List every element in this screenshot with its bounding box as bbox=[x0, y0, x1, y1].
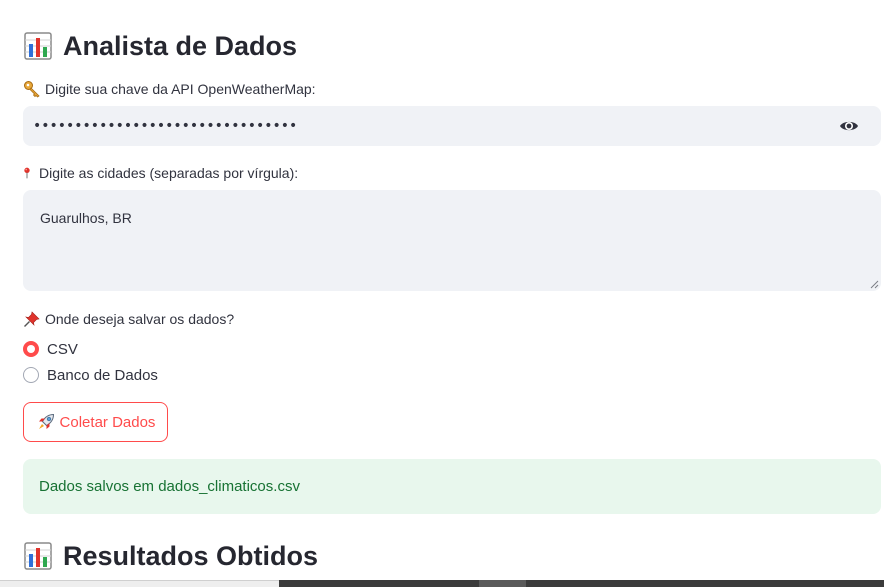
radio-unselected-icon[interactable] bbox=[23, 367, 39, 383]
collect-data-button-label: Coletar Dados bbox=[59, 413, 156, 431]
rocket-icon bbox=[38, 413, 54, 429]
radio-option-csv[interactable]: CSV bbox=[23, 339, 78, 359]
app-page: Analista de Dados Digite sua chave da AP… bbox=[0, 0, 884, 587]
page-title-text: Analista de Dados bbox=[63, 30, 298, 61]
save-option-label-text: Onde deseja salvar os dados? bbox=[45, 311, 235, 327]
bottom-scrollbar[interactable] bbox=[0, 580, 884, 587]
bar-chart-icon bbox=[24, 542, 52, 570]
pushpin-icon bbox=[24, 311, 40, 327]
resize-handle-icon[interactable] bbox=[870, 280, 879, 289]
save-option-label: Onde deseja salvar os dados? bbox=[23, 310, 234, 328]
success-alert-text: Dados salvos em dados_climaticos.csv bbox=[39, 478, 300, 495]
cities-textarea[interactable]: Guarulhos, BR bbox=[23, 190, 881, 291]
results-title: Resultados Obtidos bbox=[24, 536, 318, 576]
api-key-value[interactable]: •••••••••••••••••••••••••••••••• bbox=[33, 118, 839, 134]
radio-option-csv-label: CSV bbox=[47, 340, 78, 358]
eye-icon[interactable] bbox=[839, 116, 859, 136]
cities-label: Digite as cidades (separadas por vírgula… bbox=[23, 164, 298, 182]
api-key-label: Digite sua chave da API OpenWeatherMap: bbox=[23, 80, 316, 98]
scrollbar-thumb[interactable] bbox=[479, 580, 526, 587]
scrollbar-track-left bbox=[0, 580, 279, 587]
cities-value[interactable]: Guarulhos, BR bbox=[40, 210, 132, 226]
key-icon bbox=[24, 81, 40, 98]
cities-label-text: Digite as cidades (separadas por vírgula… bbox=[39, 165, 299, 181]
radio-option-database-label: Banco de Dados bbox=[47, 366, 158, 384]
page-title: Analista de Dados bbox=[24, 26, 297, 66]
bar-chart-icon bbox=[24, 32, 52, 60]
results-title-text: Resultados Obtidos bbox=[63, 540, 319, 571]
api-key-input[interactable]: •••••••••••••••••••••••••••••••• bbox=[23, 106, 881, 146]
scrollbar-track-right bbox=[279, 580, 884, 587]
api-key-label-text: Digite sua chave da API OpenWeatherMap: bbox=[45, 81, 316, 97]
radio-option-database[interactable]: Banco de Dados bbox=[23, 365, 158, 385]
success-alert: Dados salvos em dados_climaticos.csv bbox=[23, 459, 881, 514]
round-pushpin-icon bbox=[24, 167, 30, 179]
radio-selected-icon[interactable] bbox=[23, 341, 39, 357]
collect-data-button[interactable]: Coletar Dados bbox=[23, 402, 168, 442]
